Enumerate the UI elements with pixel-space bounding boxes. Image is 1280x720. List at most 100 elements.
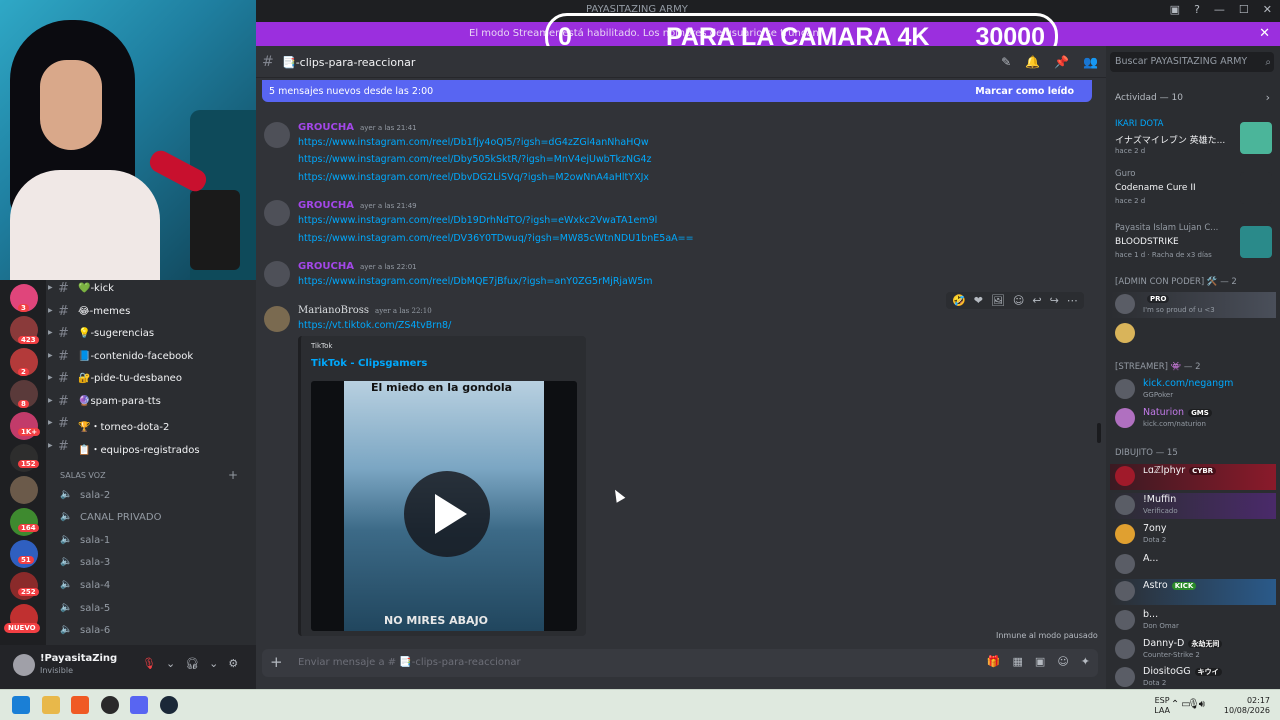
message-author[interactable]: MarianoBross ayer a las 22:10 <box>298 305 432 316</box>
username[interactable]: !PayasitaZing <box>40 653 117 664</box>
notifications-icon[interactable]: 🔔 <box>1025 55 1040 69</box>
chevron-up-icon[interactable]: ⌃ <box>1171 699 1179 710</box>
settings-gear-icon[interactable]: ⚙ <box>228 657 238 670</box>
member-item[interactable]: 7ony Dota 2 <box>1110 522 1276 548</box>
message-avatar[interactable] <box>264 200 290 226</box>
discord-icon[interactable] <box>130 696 148 714</box>
gift-icon[interactable]: 🎁 <box>987 655 1001 668</box>
member-item[interactable]: ʟɑℤlphyr CYBR <box>1110 464 1276 490</box>
voice-channel-item[interactable]: 🔈 sala-3 <box>60 553 240 573</box>
activity-card[interactable]: Payasita Islam Lujan C... BLOODSTRIKE ha… <box>1110 220 1276 268</box>
banner-close-icon[interactable]: ✕ <box>1259 26 1270 41</box>
more-options-icon[interactable]: ⋯ <box>1067 294 1078 307</box>
member-item[interactable]: Naturion GMS kick.com/naturion <box>1110 406 1276 432</box>
message-input-box[interactable]: + Enviar mensaje a # 📑-clips-para-reacci… <box>262 649 1098 677</box>
author-name[interactable]: MarianoBross <box>298 305 369 316</box>
voice-channel-item[interactable]: 🔈 CANAL PRIVADO <box>60 508 240 528</box>
message-input[interactable]: Enviar mensaje a # 📑-clips-para-reaccion… <box>298 657 521 668</box>
voice-channel-item[interactable]: 🔈 sala-1 <box>60 531 240 551</box>
member-item[interactable]: b... Don Omar <box>1110 608 1276 634</box>
message-link[interactable]: https://www.instagram.com/reel/DbMQE7jBf… <box>298 276 653 287</box>
network-icon[interactable]: ▭ <box>1181 699 1190 710</box>
pin-icon[interactable]: 📌 <box>1054 55 1069 69</box>
emoji-icon[interactable]: ☺ <box>1057 655 1068 668</box>
maximize-button[interactable]: ☐ <box>1239 3 1249 16</box>
embed-video[interactable]: El miedo en la gondola NO MIRES ABAJO <box>311 381 577 631</box>
member-item[interactable]: DiositoGG キウイ Dota 2 <box>1110 665 1276 689</box>
gif-icon[interactable]: ▦ <box>1013 655 1023 668</box>
reaction-emoji-icon[interactable]: 🤣 <box>952 294 966 307</box>
message-avatar[interactable] <box>264 261 290 287</box>
message-author[interactable]: GROUCHA ayer a las 21:49 <box>298 200 417 211</box>
help-icon[interactable]: ? <box>1194 3 1200 16</box>
activity-header[interactable]: Actividad — 10 <box>1115 93 1183 103</box>
voice-channel-item[interactable]: 🔈 sala-4 <box>60 576 240 596</box>
member-item[interactable]: kick.com/negangm GGPoker <box>1110 377 1276 403</box>
message-author[interactable]: GROUCHA ayer a las 21:41 <box>298 122 417 133</box>
reply-icon[interactable]: ↩ <box>1032 294 1041 307</box>
avatar[interactable] <box>13 654 35 676</box>
chevron-down-icon[interactable]: ⌄ <box>166 657 175 670</box>
close-window-button[interactable]: ✕ <box>1263 3 1272 16</box>
play-button[interactable] <box>404 471 490 557</box>
file-explorer-icon[interactable] <box>42 696 60 714</box>
message-link[interactable]: https://vt.tiktok.com/ZS4tvBrn8/ <box>298 320 451 331</box>
obs-icon[interactable] <box>101 696 119 714</box>
author-name[interactable]: GROUCHA <box>298 200 354 211</box>
members-list-icon[interactable]: 👥 <box>1083 55 1098 69</box>
headphones-icon[interactable]: 🎧︎ <box>185 657 199 670</box>
voice-category-header[interactable]: SALAS VOZ <box>60 471 106 480</box>
author-name[interactable]: GROUCHA <box>298 261 354 272</box>
message-link[interactable]: https://www.instagram.com/reel/Dby505kSk… <box>298 154 652 165</box>
channel-item[interactable]: ▶ # 🔮spam-para-tts <box>46 393 246 413</box>
channel-item[interactable]: ▶ # 😂-memes <box>46 303 246 323</box>
member-item[interactable]: Astro KICK <box>1110 579 1276 605</box>
sticker-icon[interactable]: ▣ <box>1035 655 1045 668</box>
server-icon[interactable] <box>10 476 38 504</box>
message-link[interactable]: https://www.instagram.com/reel/Db1fjy4oQ… <box>298 137 649 148</box>
member-item[interactable]: Danny-D 永劫无间 Counter-Strike 2 <box>1110 637 1276 663</box>
mark-as-read-button[interactable]: Marcar como leído <box>975 86 1074 97</box>
member-item[interactable]: PRO I'm so proud of u <3 <box>1110 292 1276 318</box>
message-link[interactable]: https://www.instagram.com/reel/DbvDG2LiS… <box>298 172 649 183</box>
add-reaction-icon[interactable]: ☺ <box>1013 294 1024 307</box>
minimize-button[interactable]: — <box>1214 3 1225 16</box>
voice-channel-item[interactable]: 🔈 sala-5 <box>60 599 240 619</box>
channel-item[interactable]: ▶ # 🏆・torneo-dota-2 <box>46 415 246 435</box>
inbox-icon[interactable]: ▣ <box>1170 3 1180 16</box>
windows-start-icon[interactable] <box>12 696 30 714</box>
brave-browser-icon[interactable] <box>71 696 89 714</box>
apps-icon[interactable]: ✦ <box>1081 655 1090 668</box>
activity-card[interactable]: IKARI DOTA イナズマイレブン 英雄た... hace 2 d <box>1110 116 1276 164</box>
add-voice-channel-icon[interactable]: + <box>228 468 238 482</box>
reaction-heart-icon[interactable]: ❤ <box>974 294 983 307</box>
chevron-right-icon[interactable]: › <box>1266 91 1270 104</box>
threads-icon[interactable]: ✎ <box>1001 55 1011 69</box>
search-input[interactable]: Buscar PAYASITAZING ARMY <box>1110 52 1274 72</box>
channel-item[interactable]: ▶ # 💡-sugerencias <box>46 325 246 345</box>
chevron-down-icon[interactable]: ⌄ <box>209 657 218 670</box>
reaction-custom-icon[interactable]: 🖼 <box>991 294 1005 307</box>
member-item[interactable]: !Muffin Verificado <box>1110 493 1276 519</box>
message-link[interactable]: https://www.instagram.com/reel/Db19DrhNd… <box>298 215 657 226</box>
embed-title[interactable]: TikTok - Clipsgamers <box>311 358 427 369</box>
taskbar-clock[interactable]: 02:17 10/08/2026 <box>1210 696 1270 716</box>
channel-item[interactable]: ▶ # 💚-kick <box>46 280 246 300</box>
message-link[interactable]: https://www.instagram.com/reel/DV36Y0TDw… <box>298 233 694 244</box>
chat-scrollbar[interactable] <box>1097 423 1101 443</box>
new-messages-bar[interactable]: 5 mensajes nuevos desde las 2:00 Marcar … <box>262 80 1092 102</box>
steam-icon[interactable] <box>160 696 178 714</box>
language-indicator[interactable]: ESP LAA <box>1154 696 1170 716</box>
voice-channel-item[interactable]: 🔈 sala-6 <box>60 621 240 641</box>
attach-plus-icon[interactable]: + <box>270 653 283 671</box>
volume-icon[interactable]: 🔊︎ <box>1199 699 1205 710</box>
mute-microphone-icon[interactable]: 🎙︎ <box>142 657 156 670</box>
forward-icon[interactable]: ↪ <box>1050 294 1059 307</box>
member-item[interactable] <box>1110 321 1276 347</box>
message-author[interactable]: GROUCHA ayer a las 22:01 <box>298 261 417 272</box>
voice-channel-item[interactable]: 🔈 sala-2 <box>60 486 240 506</box>
channel-item[interactable]: ▶ # 🔐-pide-tu-desbaneo <box>46 370 246 390</box>
message-avatar[interactable] <box>264 306 290 332</box>
author-name[interactable]: GROUCHA <box>298 122 354 133</box>
channel-item[interactable]: ▶ # 📘-contenido-facebook <box>46 348 246 368</box>
